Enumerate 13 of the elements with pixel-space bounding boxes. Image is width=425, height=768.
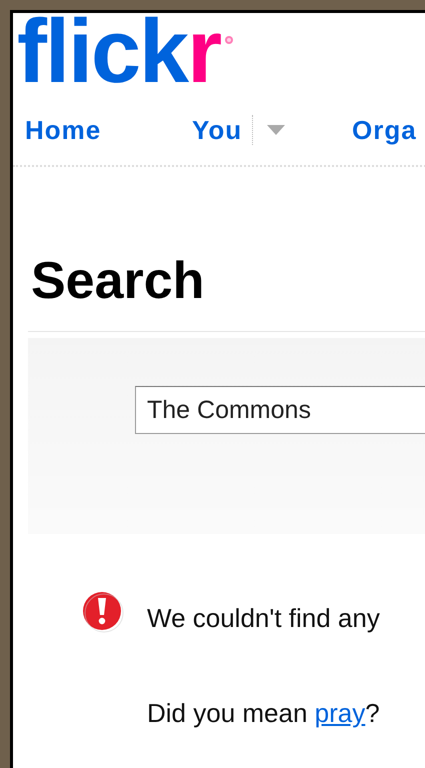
- search-field[interactable]: The Commons: [135, 386, 425, 434]
- nav-link[interactable]: You: [192, 114, 242, 146]
- page-title: Search: [31, 251, 206, 311]
- suggestion-text: Did you mean: [147, 698, 308, 729]
- dropdown-caret-icon[interactable]: [267, 125, 286, 135]
- error-message: We couldn't find any: [147, 602, 380, 634]
- suggestion-link[interactable]: pray: [314, 698, 366, 729]
- nav-link[interactable]: Home: [25, 114, 102, 146]
- nav-link[interactable]: Orga: [352, 114, 417, 146]
- flickr-logo: flickr: [17, 11, 220, 93]
- error-icon: [81, 590, 125, 634]
- registered-mark-icon: [224, 35, 234, 45]
- suggestion-mark: ?: [365, 698, 380, 729]
